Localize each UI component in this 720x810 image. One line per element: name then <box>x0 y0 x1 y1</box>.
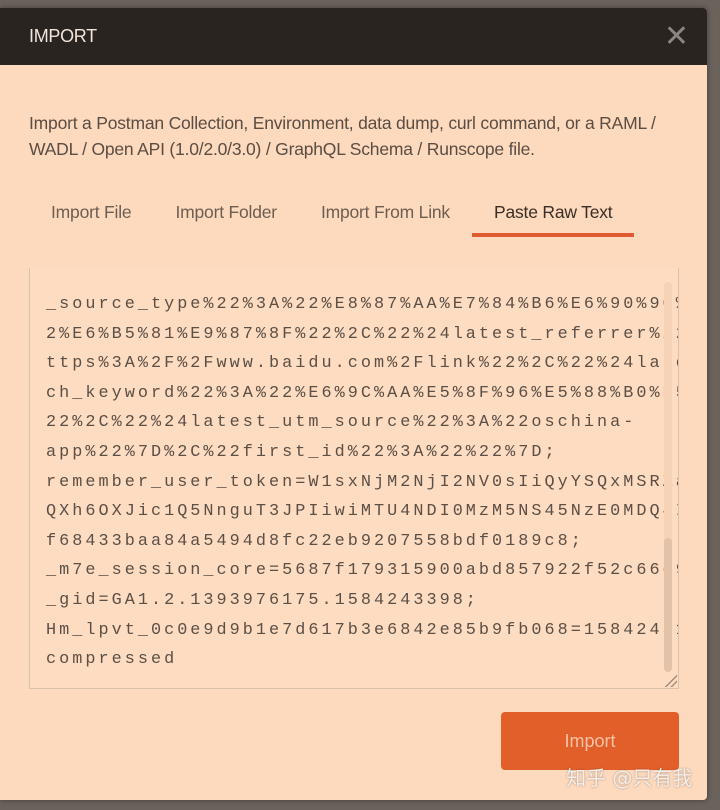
scrollbar-thumb[interactable] <box>664 538 672 672</box>
import-tabs: Import File Import Folder Import From Li… <box>29 196 679 237</box>
scrollbar[interactable] <box>664 282 672 672</box>
import-modal: IMPORT ✕ Import a Postman Collection, En… <box>0 8 707 800</box>
raw-text-content: _source_type%22%3A%22%E8%87%AA%E7%84%B6%… <box>46 295 679 670</box>
resize-handle-icon[interactable] <box>663 673 677 687</box>
tab-import-file[interactable]: Import File <box>29 196 153 237</box>
import-description: Import a Postman Collection, Environment… <box>29 113 656 159</box>
modal-title: IMPORT <box>29 26 97 46</box>
tab-import-from-link[interactable]: Import From Link <box>299 196 472 237</box>
modal-header: IMPORT ✕ <box>0 8 707 65</box>
close-icon[interactable]: ✕ <box>664 21 689 52</box>
tab-paste-raw-text[interactable]: Paste Raw Text <box>472 196 635 237</box>
watermark: 知乎 @只有我 <box>566 766 693 790</box>
raw-text-input[interactable]: _source_type%22%3A%22%E8%87%AA%E7%84%B6%… <box>29 268 679 689</box>
tab-import-folder[interactable]: Import Folder <box>153 196 298 237</box>
